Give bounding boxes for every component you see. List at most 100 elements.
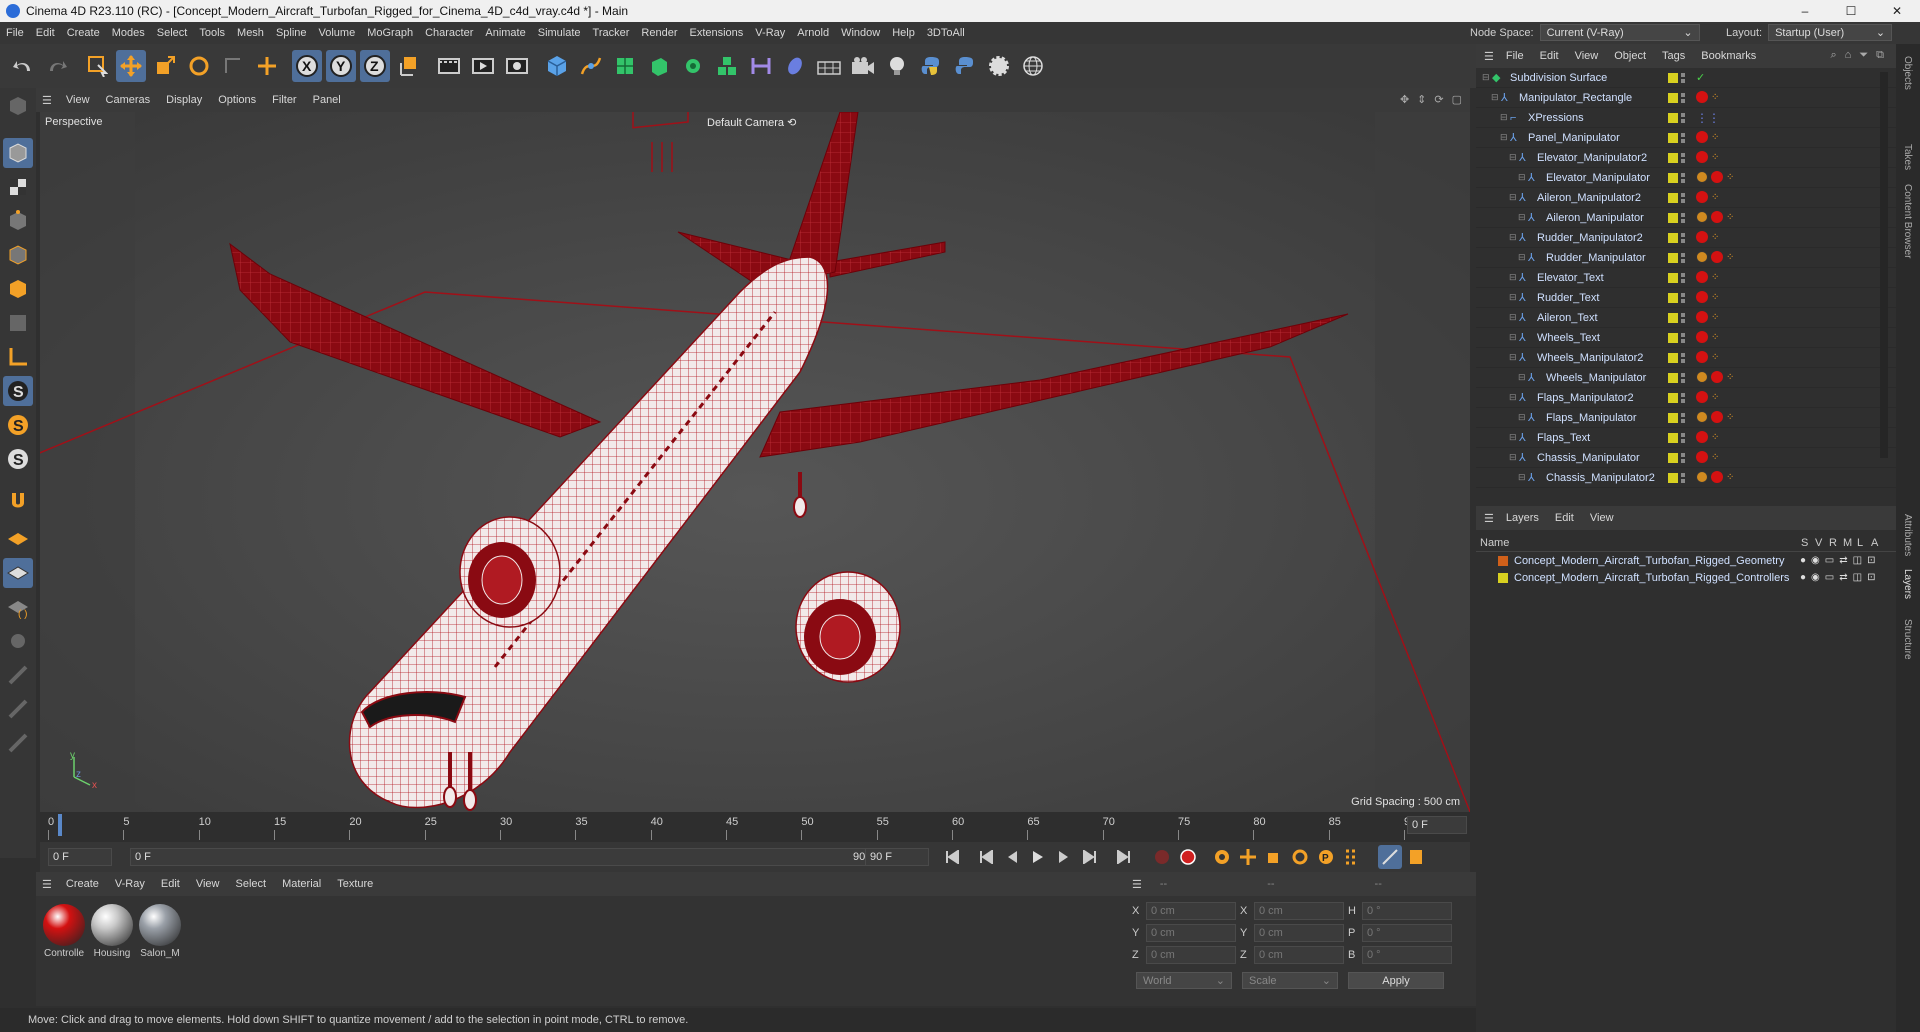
python-generator-icon[interactable] xyxy=(950,50,980,82)
frame-range-slider[interactable]: 0 F 90 F xyxy=(130,848,882,866)
python-icon[interactable] xyxy=(916,50,946,82)
go-to-end-button[interactable] xyxy=(1112,845,1136,869)
next-key-button[interactable] xyxy=(1078,845,1102,869)
menu-select[interactable]: Select xyxy=(151,27,194,39)
menu-modes[interactable]: Modes xyxy=(106,27,151,39)
next-frame-button[interactable] xyxy=(1052,845,1076,869)
object-row-aileron-manipulator[interactable]: ⊟ ⅄ Aileron_Manipulator ⁘ xyxy=(1476,208,1896,228)
vray-tag-icon[interactable]: ⁘ xyxy=(1711,272,1719,283)
snap-workplane-button[interactable]: S xyxy=(3,444,33,474)
visibility-toggles[interactable] xyxy=(1668,373,1685,383)
material-controlle[interactable]: Controlle xyxy=(42,904,86,959)
coord-field[interactable]: 0 ° xyxy=(1362,924,1452,942)
menu-character[interactable]: Character xyxy=(419,27,479,39)
viewport-menu-options[interactable]: Options xyxy=(210,94,264,106)
menu-3dtoall[interactable]: 3DToAll xyxy=(921,27,971,39)
vray-tag-icon[interactable]: ⁘ xyxy=(1726,172,1734,183)
expand-toggle[interactable]: ⊟ xyxy=(1518,372,1528,383)
expand-toggle[interactable]: ⊟ xyxy=(1500,112,1510,123)
vray-tag-icon[interactable]: ⁘ xyxy=(1711,312,1719,323)
expand-toggle[interactable]: ⊟ xyxy=(1509,452,1519,463)
layer-color-swatch[interactable] xyxy=(1498,555,1508,566)
expand-toggle[interactable]: ⊟ xyxy=(1509,232,1519,243)
visibility-toggles[interactable] xyxy=(1668,73,1685,83)
object-row-xpressions[interactable]: ⊟ ⌐ XPressions ⋮⋮ xyxy=(1476,108,1896,128)
scale-tool-button[interactable] xyxy=(150,50,180,82)
record-keys-button[interactable] xyxy=(1150,845,1174,869)
vray-tag-icon[interactable]: ⁘ xyxy=(1711,92,1719,103)
visibility-dots-icon[interactable] xyxy=(1681,213,1685,223)
expand-toggle[interactable]: ⊟ xyxy=(1518,172,1528,183)
expand-toggle[interactable]: ⊟ xyxy=(1509,332,1519,343)
layer-row[interactable]: Concept_Modern_Aircraft_Turbofan_Rigged_… xyxy=(1476,569,1896,586)
visibility-toggles[interactable] xyxy=(1668,333,1685,343)
node-space-select[interactable]: Current (V-Ray) ⌄ xyxy=(1539,24,1700,41)
coord-field[interactable]: 0 cm xyxy=(1146,946,1236,964)
timeline-mode-button[interactable] xyxy=(1378,845,1402,869)
layer-flag-icon[interactable]: ◫ xyxy=(1853,555,1862,566)
protection-tag-icon[interactable] xyxy=(1696,171,1708,183)
minimize-button[interactable]: – xyxy=(1782,0,1828,22)
visibility-toggles[interactable] xyxy=(1668,213,1685,223)
pan-view-icon[interactable]: ✥ xyxy=(1400,93,1409,106)
viewport-menu-display[interactable]: Display xyxy=(158,94,210,106)
play-button[interactable] xyxy=(1026,845,1050,869)
object-row-aileron-text[interactable]: ⊟ ⅄ Aileron_Text ⁘ xyxy=(1476,308,1896,328)
tab-structure[interactable]: Structure xyxy=(1902,619,1913,660)
layer-row[interactable]: Concept_Modern_Aircraft_Turbofan_Rigged_… xyxy=(1476,552,1896,569)
material-tag-icon[interactable] xyxy=(1696,271,1708,283)
key-position-button[interactable] xyxy=(1236,845,1260,869)
expand-toggle[interactable]: ⊟ xyxy=(1509,292,1519,303)
layer-flag-icon[interactable]: ● xyxy=(1800,555,1806,566)
object-menu-bookmarks[interactable]: Bookmarks xyxy=(1693,50,1764,62)
vray-tag-icon[interactable]: ⁘ xyxy=(1711,452,1719,463)
layer-color-swatch[interactable] xyxy=(1498,572,1508,583)
material-menu-edit[interactable]: Edit xyxy=(153,878,188,890)
visibility-dots-icon[interactable] xyxy=(1681,293,1685,303)
visibility-dots-icon[interactable] xyxy=(1681,93,1685,103)
model-mode-button[interactable] xyxy=(3,138,33,168)
object-menu-edit[interactable]: Edit xyxy=(1532,50,1567,62)
material-tag-icon[interactable] xyxy=(1711,171,1723,183)
layer-flag-icon[interactable]: ⊡ xyxy=(1867,572,1875,583)
layer-flag-icon[interactable]: ▭ xyxy=(1825,572,1834,583)
floor-icon[interactable] xyxy=(814,50,844,82)
vray-tag-icon[interactable]: ⁘ xyxy=(1726,252,1734,263)
menu-spline[interactable]: Spline xyxy=(270,27,313,39)
layer-flag-icon[interactable]: ● xyxy=(1800,572,1806,583)
polygon-mode-button[interactable] xyxy=(3,274,33,304)
sculpt-icon[interactable] xyxy=(3,660,33,690)
light-icon[interactable] xyxy=(882,50,912,82)
home-icon[interactable]: ⌂ xyxy=(1845,49,1852,62)
expand-toggle[interactable]: ⊟ xyxy=(1518,472,1528,483)
visibility-toggles[interactable] xyxy=(1668,433,1685,443)
coordinate-mode-select[interactable]: World ⌄ xyxy=(1136,972,1232,989)
deformer-icon[interactable] xyxy=(746,50,776,82)
object-row-elevator-manipulator2[interactable]: ⊟ ⅄ Elevator_Manipulator2 ⁘ xyxy=(1476,148,1896,168)
material-tag-icon[interactable] xyxy=(1696,91,1708,103)
viewport-menu-view[interactable]: View xyxy=(58,94,98,106)
check-icon[interactable]: ✓ xyxy=(1696,71,1705,84)
move-tool-button[interactable] xyxy=(116,50,146,82)
menu-v-ray[interactable]: V-Ray xyxy=(749,27,791,39)
layer-flag-icon[interactable]: ⇄ xyxy=(1839,572,1847,583)
vray-tag-icon[interactable]: ⁘ xyxy=(1711,392,1719,403)
coordinate-tool-button[interactable] xyxy=(252,50,282,82)
material-tag-icon[interactable] xyxy=(1696,451,1708,463)
protection-tag-icon[interactable] xyxy=(1696,251,1708,263)
end-frame-field[interactable]: 90 F xyxy=(865,848,929,866)
magnet-icon[interactable] xyxy=(3,486,33,516)
menu-edit[interactable]: Edit xyxy=(30,27,61,39)
object-row-elevator-text[interactable]: ⊟ ⅄ Elevator_Text ⁘ xyxy=(1476,268,1896,288)
menu-simulate[interactable]: Simulate xyxy=(532,27,587,39)
menu-window[interactable]: Window xyxy=(835,27,886,39)
visibility-dots-icon[interactable] xyxy=(1681,393,1685,403)
rotate-tool-button[interactable] xyxy=(184,50,214,82)
viewport-menu-cameras[interactable]: Cameras xyxy=(98,94,159,106)
gear-icon[interactable] xyxy=(984,50,1014,82)
material-tag-icon[interactable] xyxy=(1711,471,1723,483)
z-axis-button[interactable]: Z xyxy=(360,50,390,82)
tab-takes[interactable]: Takes xyxy=(1902,144,1913,170)
material-menu-v-ray[interactable]: V-Ray xyxy=(107,878,153,890)
object-row-chassis-manipulator2[interactable]: ⊟ ⅄ Chassis_Manipulator2 ⁘ xyxy=(1476,468,1896,488)
